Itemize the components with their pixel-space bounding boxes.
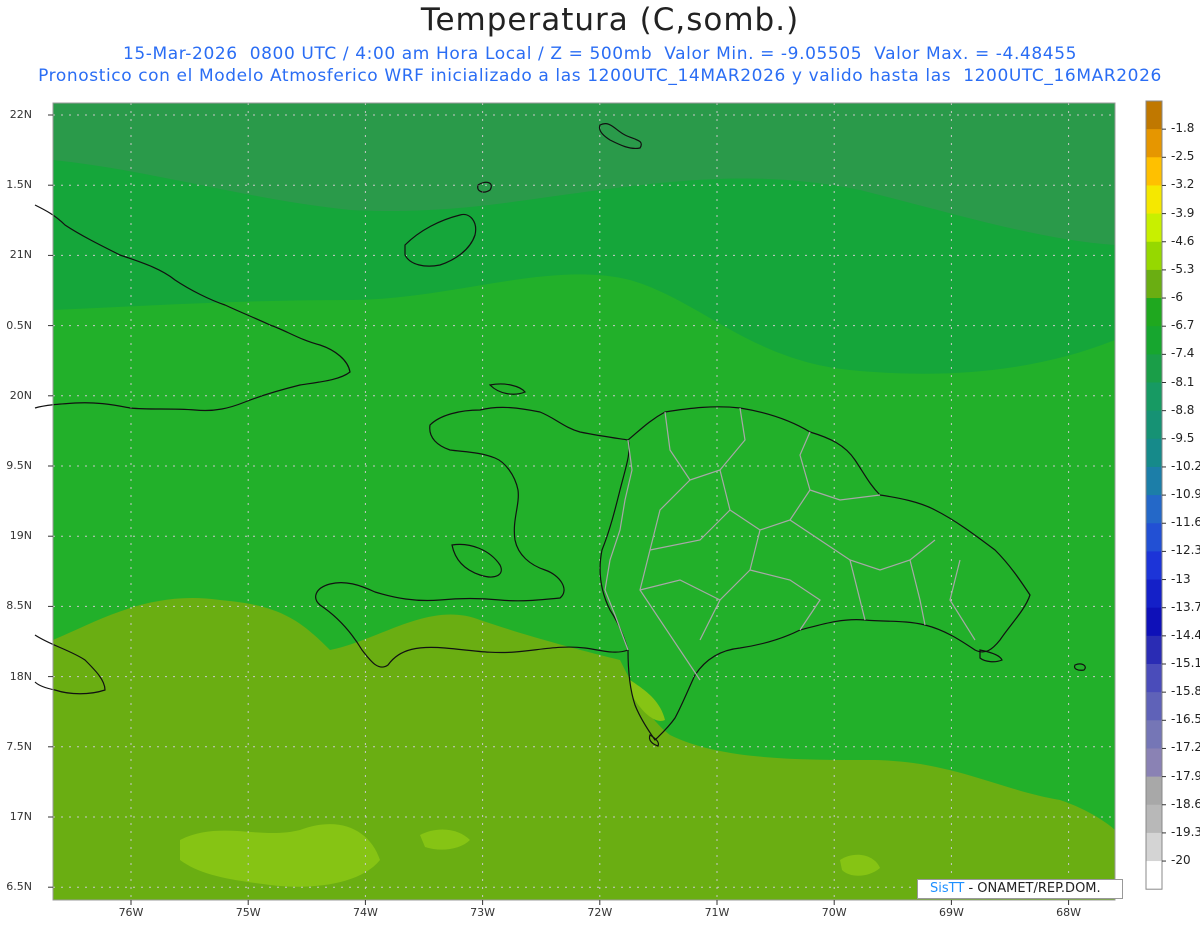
credit-box: SisTT - ONAMET/REP.DOM.: [917, 879, 1123, 899]
colorbar-swatch: [1146, 832, 1162, 862]
colorbar-swatch: [1146, 298, 1162, 327]
colorbar-label: -1.8: [1171, 121, 1195, 136]
colorbar-swatch: [1146, 101, 1162, 130]
colorbar-label: -11.6: [1171, 515, 1200, 530]
colorbar-swatch: [1146, 635, 1162, 665]
colorbar-swatch: [1146, 213, 1162, 243]
lon-label: 69W: [938, 906, 964, 919]
colorbar-label: -15.1: [1171, 656, 1200, 670]
lat-label: 1.5N: [6, 178, 32, 192]
colorbar-swatch: [1146, 664, 1162, 693]
credit-text: - ONAMET/REP.DOM.: [968, 881, 1101, 896]
colorbar-label: -12.3: [1171, 543, 1200, 558]
colorbar-label: -10.9: [1171, 487, 1200, 502]
colorbar-swatch: [1146, 382, 1162, 412]
colorbar: [1145, 100, 1166, 890]
colorbar-swatch: [1146, 241, 1162, 271]
lat-label: 7.5N: [6, 739, 32, 753]
colorbar-label: -3.9: [1171, 205, 1195, 220]
lat-label: 6.5N: [6, 880, 32, 894]
colorbar-swatch: [1146, 354, 1162, 383]
colorbar-label: -6.7: [1171, 318, 1195, 333]
colorbar-swatch: [1146, 861, 1162, 890]
lat-label: 21N: [9, 248, 32, 262]
colorbar-label: -13: [1171, 571, 1191, 586]
lat-label: 18N: [9, 669, 32, 683]
lat-label: 20N: [9, 388, 32, 402]
colorbar-label: -20: [1171, 853, 1191, 868]
lon-label: 70W: [821, 906, 847, 919]
lat-label: 22N: [9, 108, 32, 121]
colorbar-swatch: [1146, 326, 1162, 355]
colorbar-label: -4.6: [1171, 233, 1195, 248]
colorbar-label: -2.5: [1171, 149, 1195, 164]
lon-label: 73W: [470, 906, 496, 919]
colorbar-label: -19.3: [1171, 824, 1200, 839]
colorbar-swatch: [1146, 269, 1162, 299]
colorbar-swatch: [1146, 466, 1162, 496]
colorbar-label: -14.4: [1171, 627, 1200, 642]
lat-label: 0.5N: [6, 318, 32, 332]
colorbar-label: -10.2: [1171, 458, 1200, 473]
lon-label: 74W: [352, 906, 378, 919]
colorbar-swatch: [1146, 129, 1162, 158]
colorbar-label: -7.4: [1171, 346, 1195, 361]
lat-label: 19N: [9, 529, 32, 543]
colorbar-label: -9.5: [1171, 430, 1195, 445]
sistt-logo: SisTT: [930, 881, 965, 896]
colorbar-swatch: [1146, 776, 1162, 806]
lon-label: 71W: [704, 906, 730, 919]
colorbar-swatch: [1146, 692, 1162, 721]
map-canvas: [34, 100, 1166, 905]
colorbar-label: -5.3: [1171, 261, 1195, 276]
colorbar-label: -18.6: [1171, 796, 1200, 811]
colorbar-label: -8.8: [1171, 402, 1195, 417]
colorbar-swatch: [1146, 185, 1162, 215]
colorbar-label: -16.5: [1171, 712, 1200, 727]
colorbar-swatch: [1146, 720, 1162, 749]
temperature-field: [53, 103, 1115, 900]
colorbar-label: -3.2: [1171, 177, 1195, 192]
colorbar-label: -17.2: [1171, 740, 1200, 755]
colorbar-label: -6: [1171, 290, 1183, 305]
colorbar-label: -15.8: [1171, 684, 1200, 699]
colorbar-label: -8.1: [1171, 374, 1195, 389]
lon-label: 75W: [235, 906, 261, 919]
colorbar-label: -13.7: [1171, 599, 1200, 614]
colorbar-swatch: [1146, 804, 1162, 834]
colorbar-swatch: [1146, 551, 1162, 581]
lon-label: 72W: [587, 906, 613, 919]
lon-label: 76W: [118, 906, 144, 919]
colorbar-swatch: [1146, 579, 1162, 609]
colorbar-swatch: [1146, 495, 1162, 524]
colorbar-swatch: [1146, 410, 1162, 440]
colorbar-swatch: [1146, 438, 1162, 468]
lat-label: 17N: [9, 810, 32, 823]
colorbar-swatch: [1146, 523, 1162, 552]
colorbar-swatch: [1146, 157, 1162, 186]
lat-label: 9.5N: [6, 459, 32, 472]
colorbar-label: -17.9: [1171, 768, 1200, 783]
lon-label: 68W: [1056, 906, 1082, 919]
colorbar-swatch: [1146, 748, 1162, 778]
colorbar-swatch: [1146, 607, 1162, 637]
lat-label: 8.5N: [6, 599, 32, 613]
